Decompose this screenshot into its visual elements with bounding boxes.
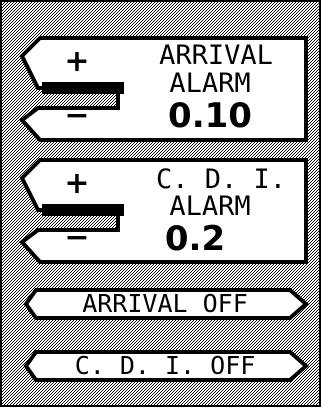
cdi-alarm-title-line2: ALARM: [169, 191, 251, 222]
cdi-alarm-decrease-button[interactable]: [26, 218, 122, 260]
cdi-alarm-increase-button[interactable]: [26, 162, 122, 208]
arrival-off-button[interactable]: ARRIVAL OFF: [30, 291, 300, 316]
cdi-alarm-title-line1: C. D. I.: [155, 164, 287, 195]
arrival-alarm-title-line2: ALARM: [169, 68, 251, 99]
alarm-settings-screen: + − ARRIVAL ALARM 0.10 + − C. D. I. ALAR…: [0, 0, 321, 407]
cdi-alarm-value: 0.2: [164, 219, 226, 259]
arrival-alarm-value: 0.10: [168, 96, 252, 136]
arrival-alarm-increase-button[interactable]: [26, 40, 122, 86]
arrival-alarm-decrease-button[interactable]: [26, 96, 122, 138]
cdi-off-button[interactable]: C. D. I. OFF: [30, 353, 300, 378]
arrival-alarm-title-line1: ARRIVAL: [159, 40, 273, 71]
